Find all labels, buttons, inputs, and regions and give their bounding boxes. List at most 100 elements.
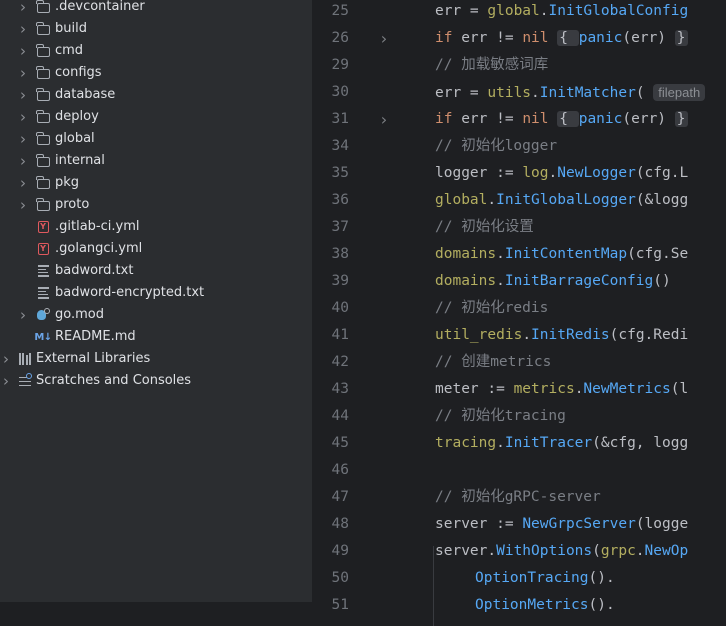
chevron-right-icon[interactable]: › — [17, 150, 29, 172]
fold-chevron-icon[interactable]: › — [378, 106, 390, 133]
code-line[interactable]: if err != nil { panic(err) } — [435, 106, 688, 133]
tree-item[interactable]: › build — [0, 18, 312, 40]
code-line[interactable]: util_redis.InitRedis(cfg.Redi — [435, 322, 688, 349]
code-token: (). — [588, 597, 615, 613]
chevron-right-icon[interactable]: › — [0, 370, 12, 392]
folded-block-marker[interactable]: { — [557, 30, 579, 46]
folded-block-marker[interactable]: } — [674, 111, 688, 127]
tree-item[interactable]: › pkg — [0, 172, 312, 194]
code-line[interactable]: server.WithOptions(grpc.NewOp — [435, 538, 688, 565]
code-token: . — [522, 327, 532, 343]
code-token: panic — [578, 111, 623, 127]
code-line[interactable]: OptionTracing(). — [475, 565, 615, 592]
code-token: InitGlobalConfig — [548, 3, 689, 19]
indent-guide — [433, 546, 434, 626]
tree-item[interactable]: › global — [0, 128, 312, 150]
chevron-right-icon[interactable]: › — [17, 172, 29, 194]
code-token: InitRedis — [531, 327, 610, 343]
tree-item-label: go.mod — [55, 307, 104, 322]
folded-block-marker[interactable]: } — [674, 30, 688, 46]
tree-item[interactable]: Y .golangci.yml — [0, 238, 312, 260]
code-line[interactable]: err = global.InitGlobalConfig — [435, 0, 688, 25]
chevron-right-icon[interactable]: › — [17, 128, 29, 150]
code-line[interactable]: domains.InitBarrageConfig() — [435, 268, 671, 295]
code-line[interactable]: // 初始化gRPC-server — [435, 484, 601, 511]
tree-root-label: External Libraries — [36, 351, 151, 366]
tree-item[interactable]: › configs — [0, 62, 312, 84]
code-line[interactable]: // 初始化logger — [435, 133, 557, 160]
tree-item-label: .golangci.yml — [55, 241, 143, 256]
tree-item[interactable]: › deploy — [0, 106, 312, 128]
code-token: NewGrpcServer — [522, 516, 636, 532]
tree-item[interactable]: › proto — [0, 194, 312, 216]
code-token: util_redis — [435, 327, 523, 343]
code-line[interactable]: // 初始化redis — [435, 295, 548, 322]
code-token: (err) — [622, 30, 675, 46]
code-line[interactable]: OptionMetrics(). — [475, 592, 615, 619]
chevron-right-icon[interactable]: › — [17, 304, 29, 326]
line-number: 34 — [331, 138, 349, 154]
tree-item[interactable]: Y .gitlab-ci.yml — [0, 216, 312, 238]
line-number: 39 — [331, 273, 349, 289]
line-number: 44 — [331, 408, 349, 424]
chevron-right-icon[interactable]: › — [17, 106, 29, 128]
code-line[interactable]: server := NewGrpcServer(logge — [435, 511, 688, 538]
tree-item[interactable]: › go.mod — [0, 304, 312, 326]
code-token: (&logg — [635, 192, 689, 208]
tree-item[interactable]: badword-encrypted.txt — [0, 282, 312, 304]
code-line[interactable]: // 创建metrics — [435, 349, 551, 376]
code-line[interactable]: logger := log.NewLogger(cfg.L — [435, 160, 688, 187]
code-token: (). — [588, 570, 615, 586]
chevron-right-icon[interactable]: › — [17, 0, 29, 18]
project-tree-panel: › .devcontainer › build › cmd › configs › databas… — [0, 0, 312, 602]
folder-icon — [34, 40, 52, 62]
code-line[interactable]: err = utils.InitMatcher( filepath — [435, 79, 706, 106]
line-number: 50 — [331, 570, 349, 586]
tree-item[interactable]: › cmd — [0, 40, 312, 62]
line-number: 41 — [331, 327, 349, 343]
chevron-right-icon[interactable]: › — [0, 348, 12, 370]
code-line[interactable]: tracing.InitTracer(&cfg, logg — [435, 430, 688, 457]
fold-chevron-icon[interactable]: › — [378, 25, 390, 52]
code-token: InitGlobalLogger — [496, 192, 636, 208]
tree-item[interactable]: badword.txt — [0, 260, 312, 282]
tree-item-label: global — [55, 131, 95, 146]
chevron-right-icon[interactable]: › — [17, 194, 29, 216]
code-line[interactable]: // 初始化设置 — [435, 214, 534, 241]
code-line[interactable]: // 加载敏感词库 — [435, 52, 548, 79]
code-token: meter := — [435, 381, 514, 397]
code-line[interactable]: // 初始化tracing — [435, 403, 566, 430]
code-token: server. — [435, 543, 497, 559]
code-line[interactable]: global.InitGlobalLogger(&logg — [435, 187, 688, 214]
code-token: // 初始化logger — [435, 138, 558, 154]
chevron-right-icon[interactable]: › — [17, 18, 29, 40]
code-token: err = — [435, 85, 488, 101]
tree-item[interactable]: › .devcontainer — [0, 0, 312, 18]
chevron-right-icon[interactable]: › — [17, 62, 29, 84]
code-token: () — [653, 273, 671, 289]
text-file-icon — [34, 260, 52, 282]
code-line[interactable]: if err != nil { panic(err) } — [435, 25, 688, 52]
code-editor[interactable]: 25 err = global.InitGlobalConfig 26 › if err… — [312, 0, 726, 626]
chevron-right-icon[interactable]: › — [17, 40, 29, 62]
chevron-right-icon[interactable]: › — [17, 84, 29, 106]
tree-root-item[interactable]: › External Libraries — [0, 348, 312, 370]
tree-item[interactable]: › database — [0, 84, 312, 106]
code-token: (l — [670, 381, 689, 397]
code-token: (&cfg, logg — [592, 435, 689, 451]
line-number: 36 — [331, 192, 349, 208]
code-token: nil — [522, 111, 549, 127]
folder-icon — [34, 106, 52, 128]
code-line[interactable]: domains.InitContentMap(cfg.Se — [435, 241, 688, 268]
tree-root-item[interactable]: › Scratches and Consoles — [0, 370, 312, 392]
line-number: 51 — [331, 597, 349, 613]
code-token: if — [435, 30, 462, 46]
folded-block-marker[interactable]: { — [557, 111, 579, 127]
code-token: (err) — [622, 111, 675, 127]
line-number: 46 — [331, 462, 349, 478]
code-token: ( — [592, 543, 601, 559]
code-token: global — [487, 3, 540, 19]
tree-item[interactable]: M↓ README.md — [0, 326, 312, 348]
code-line[interactable]: meter := metrics.NewMetrics(l — [435, 376, 688, 403]
tree-item[interactable]: › internal — [0, 150, 312, 172]
